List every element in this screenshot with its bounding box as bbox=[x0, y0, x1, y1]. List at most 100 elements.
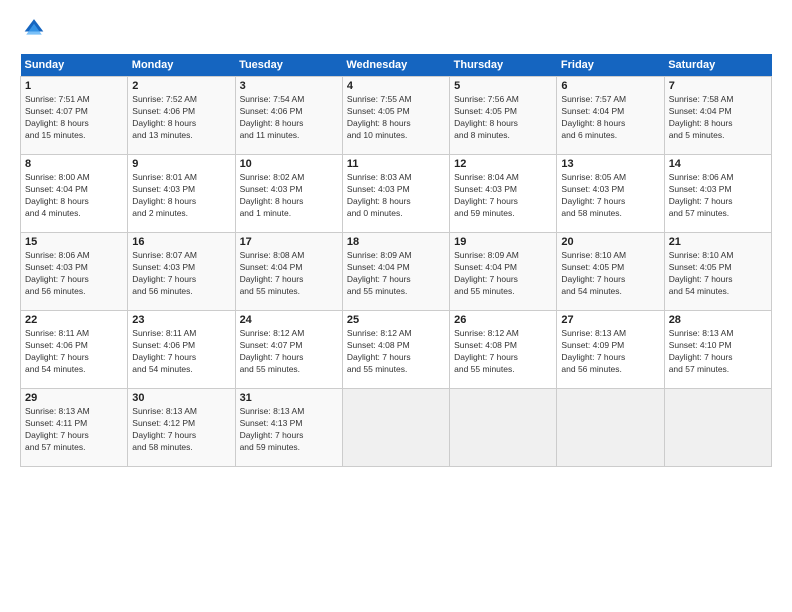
header bbox=[20, 16, 772, 44]
day-number: 8 bbox=[25, 158, 123, 170]
day-info: Sunrise: 8:13 AMSunset: 4:10 PMDaylight:… bbox=[669, 328, 767, 376]
day-cell-31: 31 Sunrise: 8:13 AMSunset: 4:13 PMDayligh… bbox=[235, 389, 342, 467]
day-cell-25: 25 Sunrise: 8:12 AMSunset: 4:08 PMDayligh… bbox=[342, 311, 449, 389]
day-cell-9: 9 Sunrise: 8:01 AMSunset: 4:03 PMDaylight… bbox=[128, 155, 235, 233]
day-number: 22 bbox=[25, 314, 123, 326]
day-header-row: SundayMondayTuesdayWednesdayThursdayFrid… bbox=[21, 54, 772, 77]
day-info: Sunrise: 8:13 AMSunset: 4:13 PMDaylight:… bbox=[240, 406, 338, 454]
day-cell-19: 19 Sunrise: 8:09 AMSunset: 4:04 PMDayligh… bbox=[450, 233, 557, 311]
day-header-wednesday: Wednesday bbox=[342, 54, 449, 77]
logo bbox=[20, 16, 52, 44]
day-number: 16 bbox=[132, 236, 230, 248]
day-info: Sunrise: 8:09 AMSunset: 4:04 PMDaylight:… bbox=[454, 250, 552, 298]
day-cell-29: 29 Sunrise: 8:13 AMSunset: 4:11 PMDayligh… bbox=[21, 389, 128, 467]
day-number: 2 bbox=[132, 80, 230, 92]
week-row-3: 15 Sunrise: 8:06 AMSunset: 4:03 PMDayligh… bbox=[21, 233, 772, 311]
day-cell-24: 24Sunrise: 8:12 AMSunset: 4:07 PMDayligh… bbox=[235, 311, 342, 389]
day-info: Sunrise: 8:11 AMSunset: 4:06 PMDaylight:… bbox=[25, 328, 123, 376]
day-info: Sunrise: 8:13 AMSunset: 4:12 PMDaylight:… bbox=[132, 406, 230, 454]
day-info: Sunrise: 7:52 AMSunset: 4:06 PMDaylight:… bbox=[132, 94, 230, 142]
logo-icon bbox=[20, 16, 48, 44]
day-cell-2: 2 Sunrise: 7:52 AMSunset: 4:06 PMDaylight… bbox=[128, 77, 235, 155]
day-info: Sunrise: 8:13 AMSunset: 4:11 PMDaylight:… bbox=[25, 406, 123, 454]
day-info: Sunrise: 7:51 AMSunset: 4:07 PMDaylight:… bbox=[25, 94, 123, 142]
empty-cell bbox=[557, 389, 664, 467]
day-info: Sunrise: 8:04 AMSunset: 4:03 PMDaylight:… bbox=[454, 172, 552, 220]
day-number: 23 bbox=[132, 314, 230, 326]
week-row-5: 29 Sunrise: 8:13 AMSunset: 4:11 PMDayligh… bbox=[21, 389, 772, 467]
day-info: Sunrise: 8:08 AMSunset: 4:04 PMDaylight:… bbox=[240, 250, 338, 298]
day-cell-13: 13 Sunrise: 8:05 AMSunset: 4:03 PMDayligh… bbox=[557, 155, 664, 233]
day-number: 1 bbox=[25, 80, 123, 92]
day-header-saturday: Saturday bbox=[664, 54, 771, 77]
day-number: 4 bbox=[347, 80, 445, 92]
day-header-sunday: Sunday bbox=[21, 54, 128, 77]
day-number: 18 bbox=[347, 236, 445, 248]
day-number: 25 bbox=[347, 314, 445, 326]
empty-cell bbox=[450, 389, 557, 467]
day-info: Sunrise: 7:54 AMSunset: 4:06 PMDaylight:… bbox=[240, 94, 338, 142]
day-number: 3 bbox=[240, 80, 338, 92]
day-number: 30 bbox=[132, 392, 230, 404]
day-header-friday: Friday bbox=[557, 54, 664, 77]
day-cell-1: 1 Sunrise: 7:51 AMSunset: 4:07 PMDaylight… bbox=[21, 77, 128, 155]
day-number: 6 bbox=[561, 80, 659, 92]
day-number: 7 bbox=[669, 80, 767, 92]
day-info: Sunrise: 8:05 AMSunset: 4:03 PMDaylight:… bbox=[561, 172, 659, 220]
day-number: 19 bbox=[454, 236, 552, 248]
day-number: 15 bbox=[25, 236, 123, 248]
day-cell-22: 22 Sunrise: 8:11 AMSunset: 4:06 PMDayligh… bbox=[21, 311, 128, 389]
day-cell-3: 3 Sunrise: 7:54 AMSunset: 4:06 PMDaylight… bbox=[235, 77, 342, 155]
day-cell-16: 16 Sunrise: 8:07 AMSunset: 4:03 PMDayligh… bbox=[128, 233, 235, 311]
day-info: Sunrise: 7:55 AMSunset: 4:05 PMDaylight:… bbox=[347, 94, 445, 142]
day-number: 17 bbox=[240, 236, 338, 248]
day-header-thursday: Thursday bbox=[450, 54, 557, 77]
day-info: Sunrise: 8:06 AMSunset: 4:03 PMDaylight:… bbox=[669, 172, 767, 220]
day-cell-8: 8 Sunrise: 8:00 AMSunset: 4:04 PMDaylight… bbox=[21, 155, 128, 233]
day-info: Sunrise: 8:03 AMSunset: 4:03 PMDaylight:… bbox=[347, 172, 445, 220]
week-row-1: 1 Sunrise: 7:51 AMSunset: 4:07 PMDaylight… bbox=[21, 77, 772, 155]
day-number: 13 bbox=[561, 158, 659, 170]
day-number: 20 bbox=[561, 236, 659, 248]
day-cell-28: 28 Sunrise: 8:13 AMSunset: 4:10 PMDayligh… bbox=[664, 311, 771, 389]
day-cell-26: 26 Sunrise: 8:12 AMSunset: 4:08 PMDayligh… bbox=[450, 311, 557, 389]
day-info: Sunrise: 8:00 AMSunset: 4:04 PMDaylight:… bbox=[25, 172, 123, 220]
week-row-2: 8 Sunrise: 8:00 AMSunset: 4:04 PMDaylight… bbox=[21, 155, 772, 233]
day-number: 31 bbox=[240, 392, 338, 404]
day-cell-5: 5 Sunrise: 7:56 AMSunset: 4:05 PMDaylight… bbox=[450, 77, 557, 155]
day-info: Sunrise: 8:01 AMSunset: 4:03 PMDaylight:… bbox=[132, 172, 230, 220]
day-cell-6: 6 Sunrise: 7:57 AMSunset: 4:04 PMDaylight… bbox=[557, 77, 664, 155]
week-row-4: 22 Sunrise: 8:11 AMSunset: 4:06 PMDayligh… bbox=[21, 311, 772, 389]
day-number: 11 bbox=[347, 158, 445, 170]
day-cell-17: 17 Sunrise: 8:08 AMSunset: 4:04 PMDayligh… bbox=[235, 233, 342, 311]
day-info: Sunrise: 8:06 AMSunset: 4:03 PMDaylight:… bbox=[25, 250, 123, 298]
day-info: Sunrise: 8:11 AMSunset: 4:06 PMDaylight:… bbox=[132, 328, 230, 376]
day-header-tuesday: Tuesday bbox=[235, 54, 342, 77]
day-cell-4: 4 Sunrise: 7:55 AMSunset: 4:05 PMDaylight… bbox=[342, 77, 449, 155]
calendar-table: SundayMondayTuesdayWednesdayThursdayFrid… bbox=[20, 54, 772, 467]
day-info: Sunrise: 7:57 AMSunset: 4:04 PMDaylight:… bbox=[561, 94, 659, 142]
day-cell-15: 15 Sunrise: 8:06 AMSunset: 4:03 PMDayligh… bbox=[21, 233, 128, 311]
day-info: Sunrise: 8:07 AMSunset: 4:03 PMDaylight:… bbox=[132, 250, 230, 298]
day-info: Sunrise: 8:12 AMSunset: 4:08 PMDaylight:… bbox=[347, 328, 445, 376]
empty-cell bbox=[342, 389, 449, 467]
day-number: 14 bbox=[669, 158, 767, 170]
day-number: 29 bbox=[25, 392, 123, 404]
day-info: Sunrise: 7:56 AMSunset: 4:05 PMDaylight:… bbox=[454, 94, 552, 142]
day-cell-30: 30 Sunrise: 8:13 AMSunset: 4:12 PMDayligh… bbox=[128, 389, 235, 467]
day-number: 5 bbox=[454, 80, 552, 92]
day-info: Sunrise: 8:12 AMSunset: 4:08 PMDaylight:… bbox=[454, 328, 552, 376]
day-cell-10: 10Sunrise: 8:02 AMSunset: 4:03 PMDayligh… bbox=[235, 155, 342, 233]
day-number: 24 bbox=[240, 314, 338, 326]
day-number: 9 bbox=[132, 158, 230, 170]
day-info: Sunrise: 8:10 AMSunset: 4:05 PMDaylight:… bbox=[669, 250, 767, 298]
day-cell-18: 18 Sunrise: 8:09 AMSunset: 4:04 PMDayligh… bbox=[342, 233, 449, 311]
day-number: 26 bbox=[454, 314, 552, 326]
day-number: 28 bbox=[669, 314, 767, 326]
day-cell-21: 21Sunrise: 8:10 AMSunset: 4:05 PMDayligh… bbox=[664, 233, 771, 311]
day-cell-12: 12Sunrise: 8:04 AMSunset: 4:03 PMDayligh… bbox=[450, 155, 557, 233]
day-cell-23: 23 Sunrise: 8:11 AMSunset: 4:06 PMDayligh… bbox=[128, 311, 235, 389]
day-header-monday: Monday bbox=[128, 54, 235, 77]
day-cell-14: 14 Sunrise: 8:06 AMSunset: 4:03 PMDayligh… bbox=[664, 155, 771, 233]
day-info: Sunrise: 8:09 AMSunset: 4:04 PMDaylight:… bbox=[347, 250, 445, 298]
